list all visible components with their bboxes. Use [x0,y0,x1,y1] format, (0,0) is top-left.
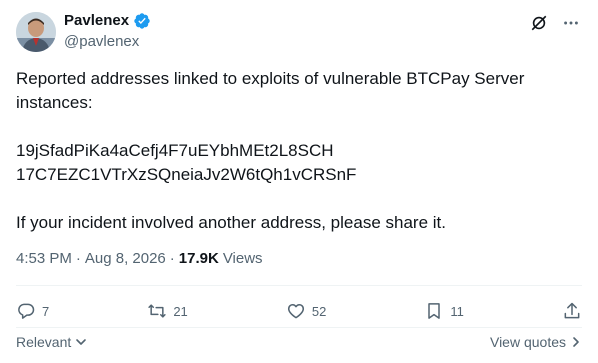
like-button[interactable]: 52 [286,301,326,321]
author-handle[interactable]: @pavlenex [64,32,139,52]
tweet-closing: If your incident involved another addres… [16,213,446,232]
author-display-name[interactable]: Pavlenex [64,11,129,31]
heart-icon [287,304,304,319]
like-count: 52 [311,303,327,319]
view-quotes-label: View quotes [489,334,566,350]
replies-controls: Relevant View quotes [16,332,582,352]
bookmark-count: 11 [450,303,464,319]
reply-button[interactable]: 7 [16,301,49,321]
bookmark-icon [428,303,441,319]
author-name-row[interactable]: Pavlenex [64,11,151,31]
share-icon [564,302,580,319]
relevant-dropdown[interactable]: Relevant [16,334,87,350]
bookmark-button[interactable]: 11 [424,301,464,321]
post-card: Pavlenex @pavlenex Reported addresses li… [0,0,598,363]
repost-button[interactable]: 21 [147,301,188,321]
chevron-down-icon [76,339,87,345]
avatar[interactable] [16,12,56,52]
post-top-actions [528,12,582,34]
tweet-address-1: 19jSfadPiKa4aCefj4F7uEYbhMEt2L8SCH [16,141,334,160]
tweet-address-2: 17C7EZC1VTrXzSQneiaJv2W6tQh1vCRSnF [16,165,357,184]
repost-count: 21 [173,303,188,319]
tweet-text: Reported addresses linked to exploits of… [16,67,582,235]
tweet-intro: Reported addresses linked to exploits of… [16,69,525,112]
post-meta: 4:53 PM · Aug 8, 2026 · 17.9K Views [16,249,263,269]
divider-top [16,285,582,286]
verified-badge-icon [133,12,151,30]
grok-icon[interactable] [528,12,550,34]
views-count: 17.9K [178,250,219,267]
repost-icon [148,304,166,318]
more-options-icon[interactable] [560,12,582,34]
view-quotes-link[interactable]: View quotes [490,334,582,350]
share-button[interactable] [562,301,582,321]
meta-dot: · [169,250,175,267]
divider-bottom [16,327,582,328]
reply-count: 7 [42,303,50,319]
avatar-image [16,12,56,52]
post-date[interactable]: Aug 8, 2026 [85,249,166,269]
action-bar: 7 21 52 11 [16,295,582,327]
post-time[interactable]: 4:53 PM [16,249,72,269]
views-label: Views [222,250,263,267]
chevron-right-icon [573,337,579,347]
reply-icon [18,303,35,319]
relevant-label: Relevant [16,334,72,350]
meta-separator: · [75,250,81,267]
